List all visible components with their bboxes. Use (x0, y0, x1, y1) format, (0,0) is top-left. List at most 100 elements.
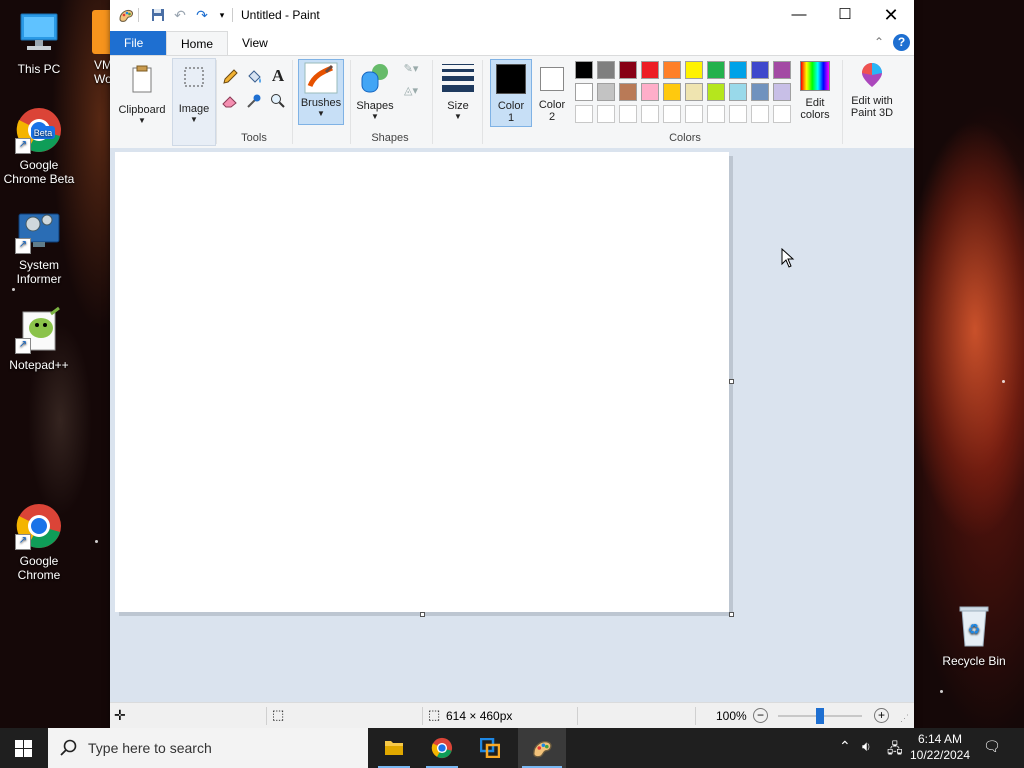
title-bar[interactable]: ↶ ↷ ▾ Untitled - Paint — ☐ ✕ (110, 0, 914, 31)
customize-toolbar-chevron-down-icon[interactable]: ▾ (214, 7, 230, 23)
notifications-icon[interactable]: 🗨︎ (983, 738, 1001, 755)
palette-swatch[interactable] (575, 61, 593, 79)
palette-swatch[interactable] (729, 83, 747, 101)
minimize-button[interactable]: — (776, 0, 822, 31)
edit-colors-button[interactable]: Edit colors (794, 59, 836, 127)
edit-colors-label-line2: colors (800, 109, 830, 121)
taskbar-search-box[interactable]: Type here to search (48, 728, 368, 768)
save-icon[interactable] (150, 7, 166, 23)
taskbar-paint[interactable] (518, 728, 566, 768)
palette-swatch-empty[interactable] (575, 105, 593, 123)
zoom-in-button[interactable]: + (874, 708, 889, 723)
palette-swatch[interactable] (729, 61, 747, 79)
tab-view[interactable]: View (228, 31, 282, 55)
desktop-icon-system-informer[interactable]: ↗ System Informer (0, 206, 79, 286)
paint-3d-label-line2: Paint 3D (850, 107, 894, 119)
palette-swatch[interactable] (597, 61, 615, 79)
palette-swatch[interactable] (619, 61, 637, 79)
palette-swatch[interactable] (685, 83, 703, 101)
close-button[interactable]: ✕ (868, 0, 914, 31)
network-icon[interactable]: 🖧︎ (887, 738, 903, 762)
separator (432, 60, 433, 144)
window-title: Untitled - Paint (241, 8, 320, 22)
palette-swatch-empty[interactable] (663, 105, 681, 123)
resize-handle-bottom[interactable] (420, 612, 425, 617)
palette-swatch-empty[interactable] (729, 105, 747, 123)
palette-swatch[interactable] (597, 83, 615, 101)
color2-button[interactable]: Color 2 (534, 59, 570, 125)
desktop-icon-label: Google Chrome (17, 554, 61, 582)
palette-swatch[interactable] (751, 83, 769, 101)
start-button[interactable] (0, 728, 48, 768)
size-grip-icon[interactable]: ⋰ (900, 713, 909, 724)
canvas-workspace[interactable] (110, 148, 914, 702)
size-chevron-down-icon: ▼ (454, 112, 462, 121)
palette-swatch[interactable] (707, 83, 725, 101)
tab-file[interactable]: File (110, 31, 166, 55)
svg-text:♻: ♻ (968, 622, 981, 638)
desktop-icon-this-pc[interactable]: This PC (0, 10, 79, 76)
taskbar-vmware[interactable] (466, 728, 514, 768)
selection-size-icon: ⬚ (272, 707, 285, 722)
zoom-slider-thumb[interactable] (816, 708, 824, 724)
palette-swatch[interactable] (751, 61, 769, 79)
undo-icon[interactable]: ↶ (172, 7, 188, 23)
palette-swatch[interactable] (685, 61, 703, 79)
brushes-button[interactable]: Brushes ▼ (298, 59, 344, 125)
edit-with-paint-3d-button[interactable]: Edit with Paint 3D (846, 59, 898, 127)
palette-swatch-empty[interactable] (707, 105, 725, 123)
text-tool-icon[interactable]: A (268, 66, 288, 88)
taskbar-google-chrome[interactable] (418, 728, 466, 768)
palette-swatch[interactable] (773, 83, 791, 101)
resize-handle-corner[interactable] (729, 612, 734, 617)
palette-swatch[interactable] (663, 83, 681, 101)
collapse-ribbon-chevron-up-icon[interactable]: ⌃ (874, 35, 884, 49)
taskbar-file-explorer[interactable] (370, 728, 418, 768)
size-button[interactable]: Size ▼ (438, 58, 478, 128)
show-hidden-icons-chevron-up-icon[interactable]: ⌃ (839, 738, 851, 755)
color-picker-icon[interactable] (244, 92, 264, 112)
shapes-button[interactable]: Shapes ▼ (354, 58, 396, 128)
color1-button[interactable]: Color 1 (490, 59, 532, 127)
colors-group-label: Colors (669, 132, 701, 144)
magnifier-icon[interactable] (268, 92, 288, 112)
outline-icon[interactable]: ✎▾ (398, 62, 424, 80)
clipboard-button[interactable]: Clipboard ▼ (114, 58, 170, 144)
desktop-icon-recycle-bin[interactable]: ♻ Recycle Bin (934, 602, 1014, 668)
image-button[interactable]: Image ▼ (172, 58, 216, 146)
help-icon[interactable]: ? (893, 34, 910, 51)
palette-swatch-empty[interactable] (641, 105, 659, 123)
palette-swatch[interactable] (707, 61, 725, 79)
desktop-icon-notepad-plus-plus[interactable]: ↗ Notepad++ (0, 306, 79, 372)
palette-swatch[interactable] (619, 83, 637, 101)
volume-icon[interactable]: 🔉︎ (862, 738, 871, 755)
pencil-icon[interactable] (220, 68, 240, 88)
desktop-icon-google-chrome[interactable]: ↗ Google Chrome (0, 502, 79, 582)
tab-home[interactable]: Home (166, 31, 229, 55)
shapes-icon (358, 62, 392, 96)
clock[interactable]: 6:14 AM 10/22/2024 (908, 731, 972, 763)
palette-swatch-empty[interactable] (751, 105, 769, 123)
palette-swatch[interactable] (663, 61, 681, 79)
palette-swatch[interactable] (641, 83, 659, 101)
chrome-icon: ↗ (15, 502, 63, 550)
palette-swatch-empty[interactable] (619, 105, 637, 123)
maximize-button[interactable]: ☐ (822, 0, 868, 31)
fill-icon[interactable]: ◬▾ (398, 84, 424, 102)
system-informer-icon: ↗ (15, 206, 63, 254)
drawing-canvas[interactable] (115, 152, 729, 612)
desktop-icon-vmware[interactable]: VM Wor (70, 10, 110, 86)
palette-swatch[interactable] (641, 61, 659, 79)
palette-swatch[interactable] (773, 61, 791, 79)
palette-swatch[interactable] (575, 83, 593, 101)
eraser-icon[interactable] (220, 92, 240, 112)
palette-swatch-empty[interactable] (685, 105, 703, 123)
desktop-icon-chrome-beta[interactable]: Beta ↗ Google Chrome Beta (0, 106, 79, 186)
zoom-out-button[interactable]: − (753, 708, 768, 723)
fill-bucket-icon[interactable] (244, 68, 264, 88)
resize-handle-right[interactable] (729, 379, 734, 384)
palette-swatch-empty[interactable] (773, 105, 791, 123)
redo-icon[interactable]: ↷ (194, 7, 210, 23)
paint-app-icon[interactable] (118, 7, 134, 23)
palette-swatch-empty[interactable] (597, 105, 615, 123)
